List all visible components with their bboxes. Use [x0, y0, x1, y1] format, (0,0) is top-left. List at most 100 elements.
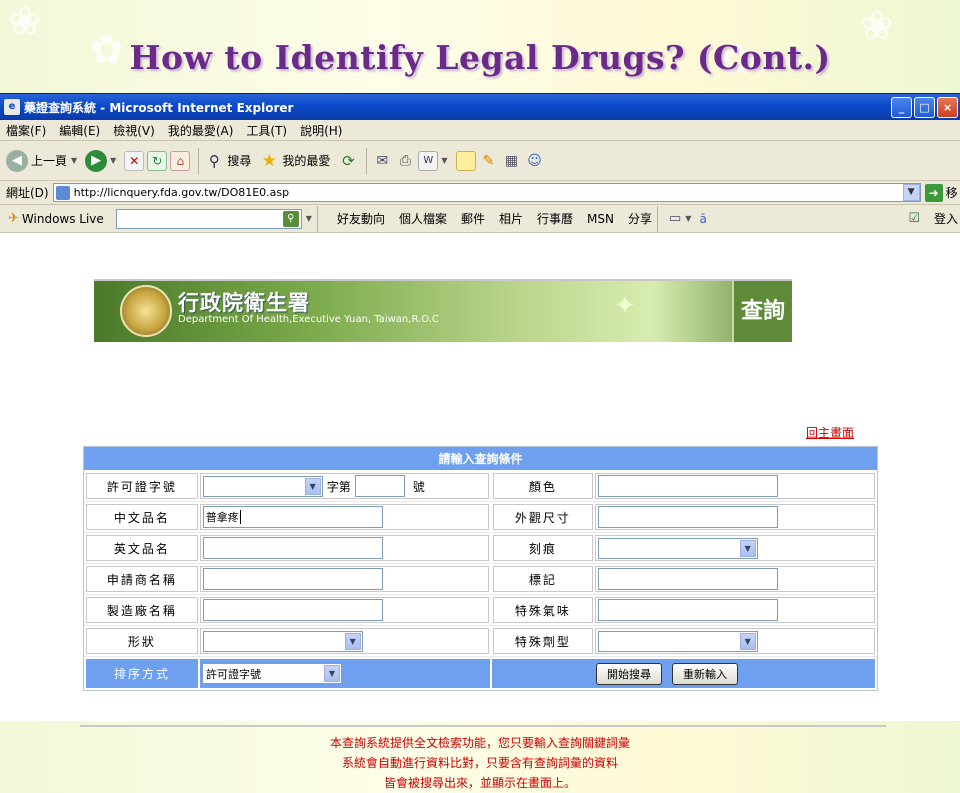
applicant-input[interactable] [202, 568, 383, 590]
search-button[interactable]: ⚲ 搜尋 [204, 151, 252, 171]
emblem-icon [120, 285, 172, 337]
window-icon[interactable]: ▭ [669, 211, 681, 226]
back-to-main-link[interactable]: 回主畫面 [806, 424, 854, 441]
score-select[interactable]: ▼ [597, 537, 758, 559]
live-link-photos[interactable]: 相片 [499, 210, 523, 227]
checkbox-icon[interactable]: ☑ [908, 211, 920, 226]
live-search-input[interactable]: ⚲ [115, 208, 302, 229]
live-link-calendar[interactable]: 行事曆 [537, 210, 573, 227]
color-label: 顏色 [492, 473, 593, 499]
live-link-profile[interactable]: 個人檔案 [399, 210, 447, 227]
browser-window: e 藥證查詢系統 - Microsoft Internet Explorer _… [0, 93, 960, 790]
sort-cell: 許可證字號 ▼ [200, 659, 490, 688]
refresh-icon[interactable]: ↻ [147, 150, 168, 171]
applicant-label: 申請商名稱 [86, 566, 198, 592]
signin-link[interactable]: 登入 [934, 210, 958, 227]
shape-label: 形狀 [86, 628, 198, 654]
license-number-input[interactable] [354, 475, 405, 497]
chevron-down-icon: ▼ [71, 156, 78, 165]
menu-file[interactable]: 檔案(F) [6, 122, 46, 139]
pen-icon[interactable]: ✎ [479, 151, 499, 171]
research-icon[interactable]: ▦ [502, 151, 522, 171]
search-icon: ⚲ [208, 151, 220, 170]
query-form: 請輸入查詢條件 許可證字號 ▼ 字第 號 顏色 中文品名 普拿疼 外觀尺寸 英文… [83, 446, 878, 691]
forward-button[interactable]: ▶ ▼ [85, 149, 117, 172]
live-link-friends[interactable]: 好友動向 [337, 210, 385, 227]
form-header: 請輸入查詢條件 [84, 447, 877, 471]
menu-view[interactable]: 檢視(V) [113, 122, 155, 139]
chevron-down-icon[interactable]: ▼ [902, 184, 920, 201]
mark-label: 標記 [492, 566, 593, 592]
chevron-down-icon[interactable]: ▼ [306, 214, 312, 223]
chevron-down-icon[interactable]: ▼ [685, 214, 691, 223]
dosage-label: 特殊劑型 [492, 628, 593, 654]
banner-title-en: Department Of Health,Executive Yuan, Tai… [178, 314, 439, 325]
notice-line: 皆會被搜尋出來，並顯示在畫面上。 [383, 776, 576, 790]
live-link-share[interactable]: 分享 [628, 210, 652, 227]
chevron-down-icon[interactable]: ▼ [441, 156, 447, 165]
address-url: http://licnquery.fda.gov.tw/DO81E0.asp [73, 186, 290, 199]
mark-input[interactable] [597, 568, 778, 590]
translate-icon[interactable]: ā [699, 212, 706, 226]
sort-select[interactable]: 許可證字號 ▼ [202, 663, 342, 684]
window-titlebar[interactable]: e 藥證查詢系統 - Microsoft Internet Explorer _… [0, 94, 960, 120]
back-button[interactable]: ◀ 上一頁 ▼ [6, 149, 78, 172]
ie-app-icon: e [4, 99, 20, 115]
sort-label: 排序方式 [86, 659, 198, 688]
notice-text: 本查詢系統提供全文檢索功能，您只要輸入查詢關鍵詞彙 系統會自動進行資料比對，只要… [0, 733, 960, 793]
appearance-input[interactable] [597, 506, 778, 528]
close-button[interactable]: × [937, 96, 958, 118]
chevron-down-icon: ▼ [110, 156, 117, 165]
button-cell: 開始搜尋 重新輸入 [492, 659, 875, 688]
address-input[interactable]: http://licnquery.fda.gov.tw/DO81E0.asp ▼ [52, 183, 921, 202]
license-hao-label: 號 [412, 479, 425, 494]
print-icon[interactable]: ⎙ [395, 151, 415, 171]
note-icon[interactable] [455, 150, 476, 171]
live-link-mail[interactable]: 郵件 [461, 210, 485, 227]
site-banner: 行政院衛生署 Department Of Health,Executive Yu… [94, 279, 792, 342]
live-link-msn[interactable]: MSN [587, 212, 614, 226]
shape-select[interactable]: ▼ [202, 630, 363, 652]
menu-edit[interactable]: 編輯(E) [59, 122, 100, 139]
minimize-button[interactable]: _ [891, 96, 912, 118]
back-arrow-icon: ◀ [6, 149, 28, 172]
reset-button[interactable]: 重新輸入 [672, 662, 738, 685]
search-label: 搜尋 [227, 154, 252, 168]
search-icon[interactable]: ⚲ [282, 210, 299, 227]
chevron-down-icon: ▼ [304, 477, 321, 495]
page-content: 行政院衛生署 Department Of Health,Executive Yu… [0, 251, 960, 790]
stop-icon[interactable]: ✕ [124, 150, 145, 171]
color-input[interactable] [597, 475, 778, 497]
maximize-button[interactable]: □ [914, 96, 935, 118]
dosage-select[interactable]: ▼ [597, 630, 758, 652]
start-search-button[interactable]: 開始搜尋 [596, 662, 662, 685]
manufacturer-input[interactable] [202, 599, 383, 621]
chevron-down-icon: ▼ [324, 665, 340, 682]
leaf-decoration-icon: ❀ [8, 0, 42, 45]
banner-query: 查詢 [732, 281, 792, 342]
go-button[interactable]: 移 [946, 184, 958, 201]
menu-favorites[interactable]: 我的最愛(A) [168, 122, 234, 139]
edit-icon[interactable]: W [418, 150, 439, 171]
messenger-icon[interactable]: ☺ [525, 151, 545, 171]
ename-cell [199, 535, 489, 561]
shape-cell: ▼ [199, 628, 489, 654]
menu-help[interactable]: 說明(H) [300, 122, 342, 139]
odor-input[interactable] [597, 599, 778, 621]
ename-label: 英文品名 [86, 535, 198, 561]
menu-tools[interactable]: 工具(T) [246, 122, 287, 139]
favorites-button[interactable]: ★ 我的最愛 [259, 151, 331, 171]
license-cell: ▼ 字第 號 [199, 473, 489, 499]
odor-label: 特殊氣味 [492, 597, 593, 623]
home-icon[interactable]: ⌂ [170, 150, 191, 171]
ename-input[interactable] [202, 537, 383, 559]
mail-icon[interactable]: ✉ [372, 151, 392, 171]
go-arrow-icon[interactable]: ➜ [924, 183, 943, 202]
windows-live-brand[interactable]: Windows Live [22, 212, 104, 226]
form-row: 製造廠名稱 特殊氣味 [84, 595, 877, 626]
cname-input[interactable]: 普拿疼 [202, 506, 383, 528]
history-icon[interactable]: ⟳ [338, 151, 358, 171]
license-type-select[interactable]: ▼ [202, 475, 323, 497]
mark-cell [594, 566, 876, 592]
toolbar: ◀ 上一頁 ▼ ▶ ▼ ✕ ↻ ⌂ ⚲ 搜尋 ★ 我的最愛 ⟳ ✉ ⎙ W ▼ … [0, 141, 960, 181]
